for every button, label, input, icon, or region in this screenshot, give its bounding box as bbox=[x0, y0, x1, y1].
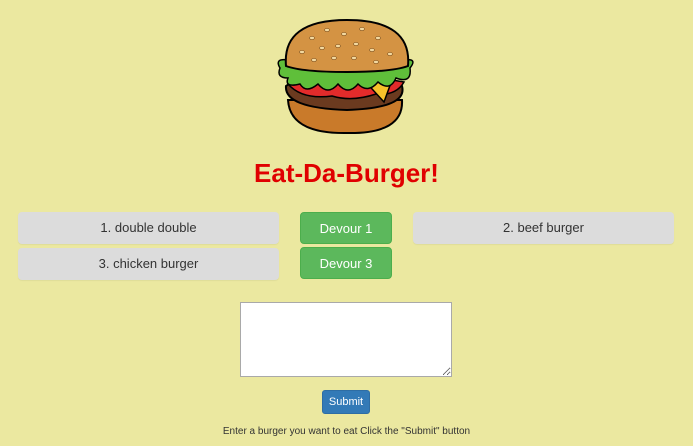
uneaten-burger-item: 1. double double bbox=[18, 212, 279, 244]
devour-button[interactable]: Devour 1 bbox=[300, 212, 392, 244]
uneaten-burger-item: 3. chicken burger bbox=[18, 248, 279, 280]
devoured-burger-item: 2. beef burger bbox=[413, 212, 674, 244]
devour-button[interactable]: Devour 3 bbox=[300, 247, 392, 279]
instructions-text: Enter a burger you want to eat Click the… bbox=[222, 426, 471, 437]
burger-icon bbox=[272, 12, 422, 138]
burger-name-textarea[interactable] bbox=[240, 302, 452, 377]
submit-button[interactable]: Submit bbox=[322, 390, 370, 414]
page: Eat-Da-Burger! 1. double double 3. chick… bbox=[0, 0, 693, 446]
page-title: Eat-Da-Burger! bbox=[254, 158, 439, 188]
